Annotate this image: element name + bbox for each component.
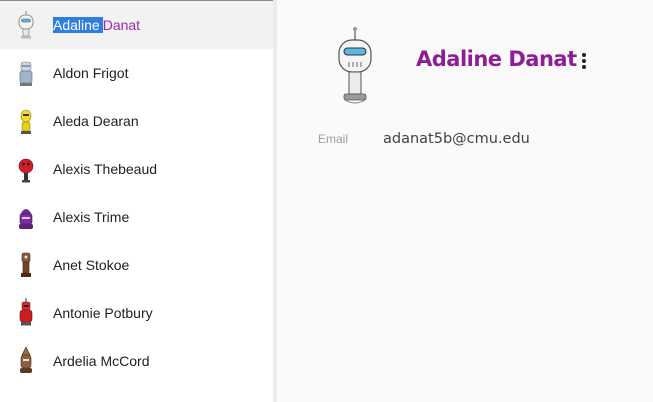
contact-name: Antonie Potbury [53, 305, 153, 321]
robot-avatar-icon [338, 27, 372, 104]
robot-avatar-icon [14, 297, 38, 329]
contact-last-name: Danat [102, 17, 141, 33]
selected-text: Adaline [53, 17, 103, 33]
contact-name: Ardelia McCord [53, 353, 150, 369]
contact-name-heading: Adaline Danat [416, 47, 577, 71]
robot-avatar-icon [14, 153, 38, 185]
contact-item-adaline-danat[interactable]: Adaline Danat [0, 1, 273, 49]
contact-item-anet-stokoe[interactable]: Anet Stokoe [0, 241, 273, 289]
contact-item-antonie-potbury[interactable]: Antonie Potbury [0, 289, 273, 337]
robot-avatar-icon [14, 9, 38, 41]
contact-item-ardelia-mccord[interactable]: Ardelia McCord [0, 337, 273, 385]
contact-name: Alexis Thebeaud [53, 161, 158, 177]
contact-name: Aleda Dearan [53, 113, 139, 129]
contacts-sidebar: Adaline Danat Aldon Frigot Aleda Dearan A… [0, 0, 273, 402]
robot-avatar-icon [14, 249, 38, 281]
robot-avatar-icon [14, 105, 38, 137]
contact-item-alexis-trime[interactable]: Alexis Trime [0, 193, 273, 241]
robot-avatar-icon [14, 57, 38, 89]
contact-item-alexis-thebeaud[interactable]: Alexis Thebeaud [0, 145, 273, 193]
contact-list: Adaline Danat Aldon Frigot Aleda Dearan A… [0, 1, 273, 385]
contact-item-aldon-frigot[interactable]: Aldon Frigot [0, 49, 273, 97]
contact-name: Alexis Trime [53, 209, 130, 225]
email-value: adanat5b@cmu.edu [383, 131, 530, 147]
contact-name: Adaline Danat [53, 17, 140, 33]
contact-name: Anet Stokoe [53, 257, 130, 273]
contact-detail-panel: Adaline Danat Email adanat5b@cmu.edu [277, 0, 653, 402]
contact-name: Aldon Frigot [53, 65, 129, 81]
email-label: Email [318, 132, 349, 146]
robot-avatar-icon [14, 345, 38, 377]
more-vert-icon[interactable] [575, 51, 593, 71]
robot-avatar-icon [14, 201, 38, 233]
contact-item-aleda-dearan[interactable]: Aleda Dearan [0, 97, 273, 145]
